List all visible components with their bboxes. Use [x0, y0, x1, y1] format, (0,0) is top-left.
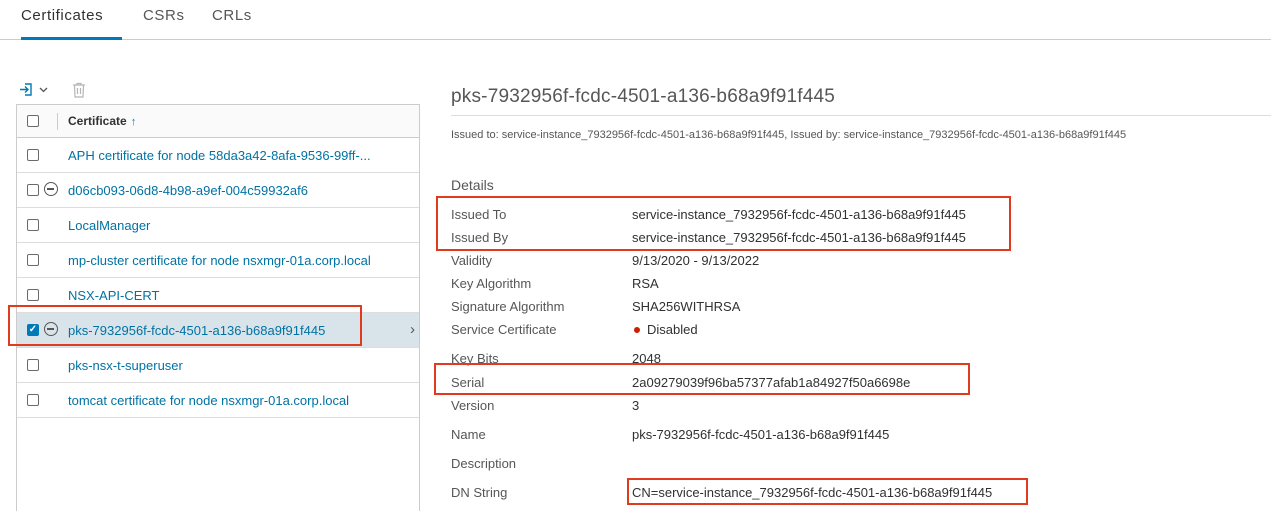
field-label-validity: Validity [451, 253, 492, 268]
list-item[interactable]: APH certificate for node 58da3a42-8afa-9… [17, 138, 419, 173]
sort-ascending-icon[interactable]: ↑ [131, 116, 137, 128]
row-checkbox[interactable] [27, 184, 39, 196]
field-value-validity: 9/13/2020 - 9/13/2022 [632, 253, 760, 268]
row-checkbox[interactable] [27, 394, 39, 406]
column-divider [57, 113, 58, 130]
list-item[interactable]: d06cb093-06d8-4b98-a9ef-004c59932af6 [17, 173, 419, 208]
certificate-link[interactable]: NSX-API-CERT [68, 288, 160, 303]
highlight-box-serial [434, 363, 970, 395]
row-checkbox[interactable] [27, 149, 39, 161]
trash-icon[interactable] [72, 82, 86, 101]
certificate-link[interactable]: LocalManager [68, 218, 150, 233]
field-label-key-algorithm: Key Algorithm [451, 276, 532, 291]
tab-crls[interactable]: CRLs [212, 7, 252, 24]
select-all-checkbox[interactable] [27, 115, 39, 127]
active-tab-indicator [21, 37, 122, 40]
tab-csrs[interactable]: CSRs [143, 7, 185, 24]
list-item[interactable]: LocalManager [17, 208, 419, 243]
list-item[interactable]: tomcat certificate for node nsxmgr-01a.c… [17, 383, 419, 418]
row-checkbox[interactable] [27, 359, 39, 371]
field-value-name: pks-7932956f-fcdc-4501-a136-b68a9f91f445 [632, 427, 890, 442]
field-label-signature-algorithm: Signature Algorithm [451, 299, 565, 314]
field-label-description: Description [451, 456, 517, 471]
column-header-certificate[interactable]: Certificate ↑ [68, 114, 136, 128]
row-checkbox[interactable] [27, 254, 39, 266]
field-value-signature-algorithm: SHA256WITHRSA [632, 299, 741, 314]
certificate-link[interactable]: APH certificate for node 58da3a42-8afa-9… [68, 148, 371, 163]
certificate-link[interactable]: tomcat certificate for node nsxmgr-01a.c… [68, 393, 349, 408]
column-header-label: Certificate [68, 114, 127, 128]
list-item[interactable]: mp-cluster certificate for node nsxmgr-0… [17, 243, 419, 278]
import-icon[interactable] [19, 82, 34, 100]
field-label-dn-string: DN String [451, 485, 508, 500]
row-checkbox[interactable] [27, 289, 39, 301]
minus-circle-icon [44, 182, 58, 196]
divider [451, 115, 1271, 116]
service-certificate-status: Disabled [647, 322, 698, 337]
highlight-box-issued [436, 196, 1011, 251]
certificate-link[interactable]: d06cb093-06d8-4b98-a9ef-004c59932af6 [68, 183, 308, 198]
status-dot-icon [634, 327, 640, 334]
certificate-link[interactable]: pks-nsx-t-superuser [68, 358, 183, 373]
list-item[interactable]: pks-nsx-t-superuser [17, 348, 419, 383]
chevron-down-icon[interactable] [39, 85, 48, 97]
row-checkbox[interactable] [27, 219, 39, 231]
highlight-box-dn-string [627, 478, 1028, 505]
highlight-box-selected-certificate [8, 305, 362, 346]
list-header: Certificate ↑ [17, 105, 419, 138]
field-value-key-algorithm: RSA [632, 276, 659, 291]
field-label-name: Name [451, 427, 486, 442]
field-value-version: 3 [632, 398, 640, 413]
certificate-link[interactable]: mp-cluster certificate for node nsxmgr-0… [68, 253, 371, 268]
section-heading-details: Details [451, 177, 494, 193]
chevron-right-icon: › [410, 321, 415, 338]
field-value-service-certificate: Disabled [632, 322, 698, 337]
tab-bar: Certificates CSRs CRLs [0, 0, 1271, 40]
issued-summary: Issued to: service-instance_7932956f-fcd… [451, 129, 1127, 141]
tab-certificates[interactable]: Certificates [21, 7, 103, 24]
field-label-service-certificate: Service Certificate [451, 322, 557, 337]
detail-title: pks-7932956f-fcdc-4501-a136-b68a9f91f445 [451, 86, 836, 107]
field-label-version: Version [451, 398, 495, 413]
